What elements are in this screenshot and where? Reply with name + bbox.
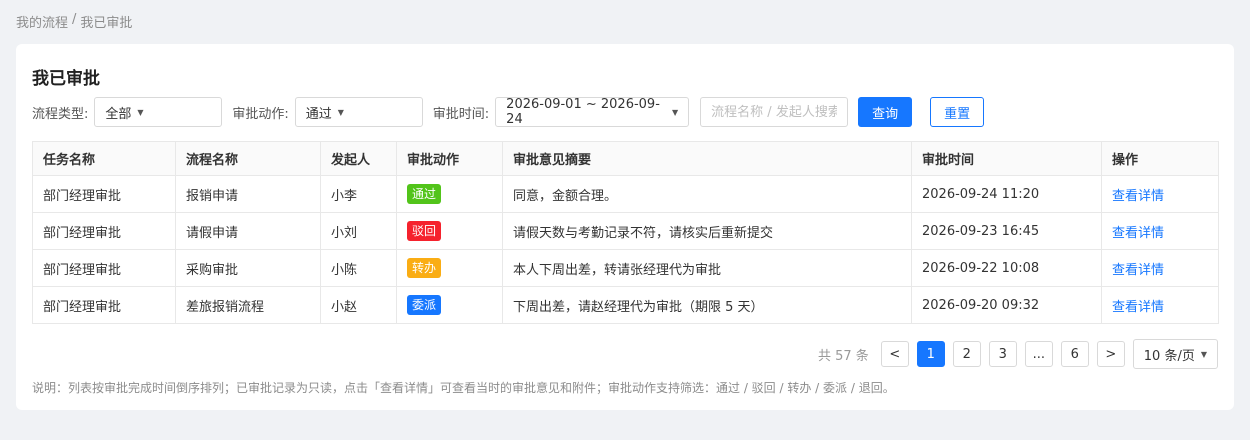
action-label: 审批动作: bbox=[232, 106, 289, 122]
cell-summary: 本人下周出差，转请张经理代为审批 bbox=[502, 249, 912, 287]
cell-initiator: 小陈 bbox=[320, 249, 397, 287]
cell-task: 部门经理审批 bbox=[32, 175, 176, 213]
cell-time: 2026-09-20 09:32 bbox=[911, 286, 1102, 324]
table-row: 部门经理审批 请假申请 小刘 驳回 请假天数与考勤记录不符，请核实后重新提交 2… bbox=[32, 212, 1219, 250]
breadcrumb-separator: / bbox=[72, 12, 77, 27]
caret-down-icon: ▼ bbox=[137, 107, 144, 117]
action-value: 通过 bbox=[305, 106, 332, 122]
query-button[interactable]: 查询 bbox=[858, 97, 913, 127]
cell-time: 2026-09-24 11:20 bbox=[911, 175, 1102, 213]
prev-page-button[interactable]: < bbox=[880, 341, 909, 367]
cell-action: 委派 bbox=[396, 286, 503, 324]
pagination: 共 57 条 < 1 2 3 ... 6 > 10 条/页 ▼ bbox=[818, 339, 1218, 369]
action-tag: 通过 bbox=[407, 184, 442, 204]
next-page-button[interactable]: > bbox=[1096, 341, 1125, 367]
page-6-button[interactable]: 6 bbox=[1060, 341, 1089, 367]
breadcrumb-item-approved: 我已审批 bbox=[80, 16, 133, 31]
cell-operation: 查看详情 bbox=[1101, 212, 1219, 250]
table-row: 部门经理审批 差旅报销流程 小赵 委派 下周出差，请赵经理代为审批（期限 5 天… bbox=[32, 286, 1219, 324]
column-header-process: 流程名称 bbox=[175, 141, 321, 176]
table-row: 部门经理审批 报销申请 小李 通过 同意，金额合理。 2026-09-24 11… bbox=[32, 175, 1219, 213]
footer-note: 说明：列表按审批完成时间倒序排列；已审批记录为只读，点击「查看详情」可查看当时的… bbox=[32, 381, 895, 395]
view-detail-link[interactable]: 查看详情 bbox=[1112, 300, 1164, 315]
page-2-button[interactable]: 2 bbox=[952, 341, 981, 367]
search-input[interactable] bbox=[700, 97, 849, 127]
cell-process: 差旅报销流程 bbox=[175, 286, 321, 324]
time-range-picker[interactable]: 2026-09-01 ~ 2026-09-24 ▼ bbox=[495, 97, 690, 127]
cell-action: 转办 bbox=[396, 249, 503, 287]
time-range-value: 2026-09-01 ~ 2026-09-24 bbox=[506, 97, 660, 127]
table-header-row: 任务名称 流程名称 发起人 审批动作 审批意见摘要 审批时间 操作 bbox=[32, 141, 1219, 176]
caret-down-icon: ▼ bbox=[1200, 349, 1207, 359]
column-header-time: 审批时间 bbox=[911, 141, 1102, 176]
cell-summary: 同意，金额合理。 bbox=[502, 175, 912, 213]
breadcrumb-item-my-process[interactable]: 我的流程 bbox=[16, 12, 68, 31]
cell-initiator: 小刘 bbox=[320, 212, 397, 250]
page-3-button[interactable]: 3 bbox=[988, 341, 1017, 367]
cell-process: 请假申请 bbox=[175, 212, 321, 250]
process-type-label: 流程类型: bbox=[32, 106, 89, 122]
cell-time: 2026-09-22 10:08 bbox=[911, 249, 1102, 287]
column-header-initiator: 发起人 bbox=[320, 141, 397, 176]
cell-summary: 请假天数与考勤记录不符，请核实后重新提交 bbox=[502, 212, 912, 250]
process-type-value: 全部 bbox=[105, 106, 132, 122]
process-type-select[interactable]: 全部 ▼ bbox=[94, 97, 223, 127]
cell-task: 部门经理审批 bbox=[32, 249, 176, 287]
page-size-select[interactable]: 10 条/页 ▼ bbox=[1132, 339, 1218, 369]
cell-initiator: 小赵 bbox=[320, 286, 397, 324]
column-header-summary: 审批意见摘要 bbox=[502, 141, 912, 176]
column-header-operation: 操作 bbox=[1101, 141, 1219, 176]
cell-summary: 下周出差，请赵经理代为审批（期限 5 天） bbox=[502, 286, 912, 324]
time-label: 审批时间: bbox=[432, 106, 490, 122]
cell-initiator: 小李 bbox=[320, 175, 397, 213]
view-detail-link[interactable]: 查看详情 bbox=[1112, 189, 1164, 204]
column-header-action: 审批动作 bbox=[396, 141, 503, 176]
filter-bar: 流程类型: 全部 ▼ 审批动作: 通过 ▼ 审批时间: 2026-09-01 ~… bbox=[32, 97, 985, 127]
caret-down-icon: ▼ bbox=[337, 107, 344, 117]
reset-button[interactable]: 重置 bbox=[930, 97, 985, 127]
page-1-button[interactable]: 1 bbox=[916, 341, 945, 367]
cell-task: 部门经理审批 bbox=[32, 212, 176, 250]
cell-operation: 查看详情 bbox=[1101, 249, 1219, 287]
page-size-value: 10 条/页 bbox=[1143, 348, 1195, 364]
cell-time: 2026-09-23 16:45 bbox=[911, 212, 1102, 250]
action-tag: 委派 bbox=[407, 295, 442, 315]
page-ellipsis-button[interactable]: ... bbox=[1024, 341, 1053, 367]
view-detail-link[interactable]: 查看详情 bbox=[1112, 226, 1164, 241]
page-title: 我已审批 bbox=[32, 69, 100, 89]
cell-action: 通过 bbox=[396, 175, 503, 213]
caret-down-icon: ▼ bbox=[672, 107, 679, 117]
total-count: 共 57 条 bbox=[817, 348, 869, 364]
action-select[interactable]: 通过 ▼ bbox=[294, 97, 423, 127]
view-detail-link[interactable]: 查看详情 bbox=[1112, 263, 1164, 278]
table-row: 部门经理审批 采购审批 小陈 转办 本人下周出差，转请张经理代为审批 2026-… bbox=[32, 249, 1219, 287]
cell-action: 驳回 bbox=[396, 212, 503, 250]
cell-operation: 查看详情 bbox=[1101, 175, 1219, 213]
action-tag: 转办 bbox=[407, 258, 442, 278]
cell-task: 部门经理审批 bbox=[32, 286, 176, 324]
approved-table: 任务名称 流程名称 发起人 审批动作 审批意见摘要 审批时间 操作 部门经理审批… bbox=[32, 141, 1219, 324]
column-header-task: 任务名称 bbox=[32, 141, 176, 176]
breadcrumb: 我的流程 / 我已审批 bbox=[16, 12, 132, 31]
main-card: 我已审批 流程类型: 全部 ▼ 审批动作: 通过 ▼ 审批时间: 2026-09… bbox=[16, 44, 1234, 410]
cell-process: 采购审批 bbox=[175, 249, 321, 287]
action-tag: 驳回 bbox=[407, 221, 442, 241]
cell-operation: 查看详情 bbox=[1101, 286, 1219, 324]
cell-process: 报销申请 bbox=[175, 175, 321, 213]
